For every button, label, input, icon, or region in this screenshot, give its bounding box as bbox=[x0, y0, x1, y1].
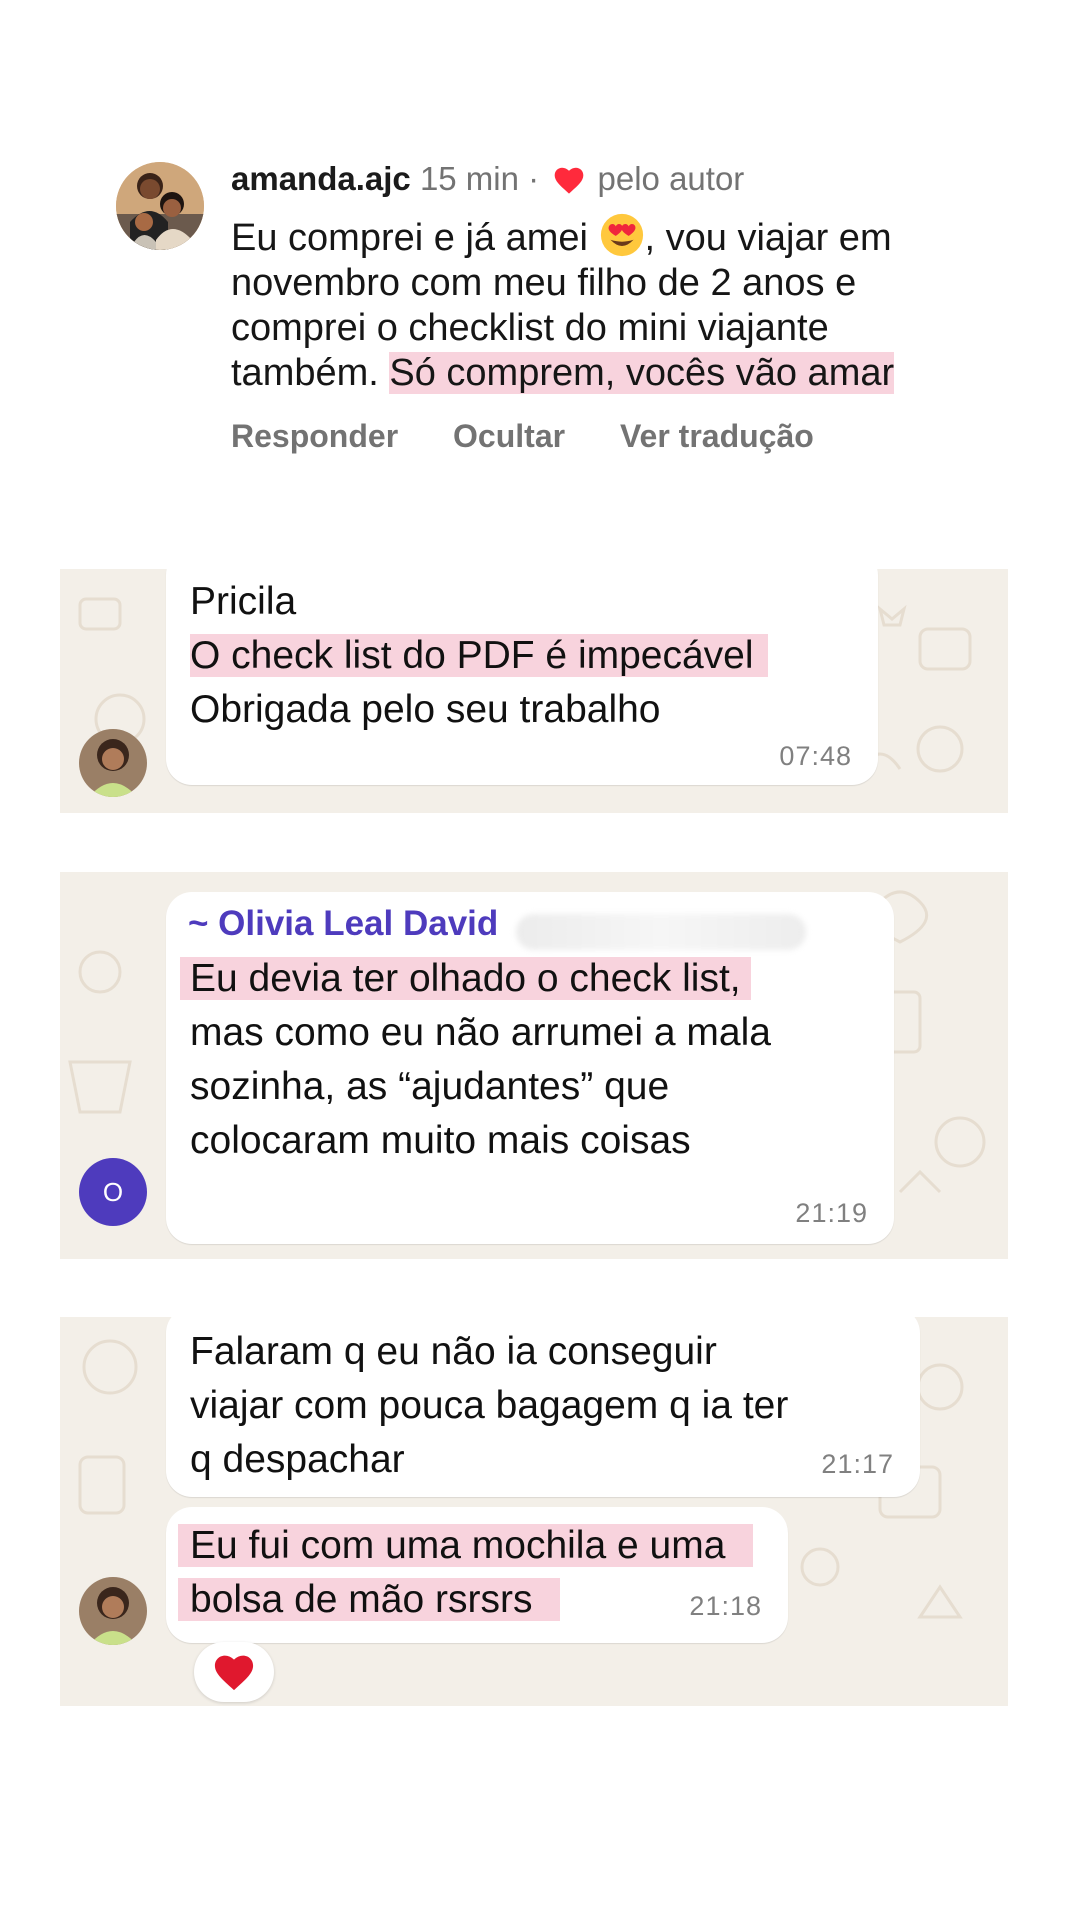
message-time: 07:48 bbox=[779, 741, 852, 771]
sender-avatar[interactable]: O bbox=[79, 1158, 147, 1226]
contact-avatar[interactable] bbox=[79, 1577, 147, 1645]
message-reaction[interactable] bbox=[194, 1642, 274, 1702]
chat-screenshot-3: Falaram q eu não ia conseguir viajar com… bbox=[60, 1317, 1008, 1706]
sender-avatar-letter: O bbox=[102, 1177, 124, 1207]
heart-icon bbox=[555, 167, 584, 194]
chat-screenshot-2: O ~ Olivia Leal David Eu devia ter olhad… bbox=[60, 872, 1008, 1259]
comment-header: amanda.ajc 15 min · pelo autor bbox=[231, 160, 744, 198]
contact-avatar[interactable] bbox=[79, 729, 147, 797]
comment-highlight: Só comprem, vocês vão amar bbox=[389, 352, 895, 394]
message-line: Pricila bbox=[190, 580, 297, 623]
comment-text-part2: , vou viajar em bbox=[644, 217, 892, 259]
message-line-highlighted: Eu devia ter olhado o check list, bbox=[180, 952, 751, 1006]
message-line: colocaram muito mais coisas bbox=[190, 1119, 691, 1162]
comment-actions: Responder Ocultar Ver tradução bbox=[231, 418, 860, 455]
comment-text-line4: também. bbox=[231, 352, 379, 394]
heart-eyes-emoji-icon bbox=[600, 213, 643, 257]
message-line: viajar com pouca bagagem q ia ter bbox=[190, 1384, 789, 1427]
separator-dot: · bbox=[528, 160, 540, 197]
sender-name[interactable]: ~ Olivia Leal David bbox=[188, 904, 498, 944]
red-heart-icon bbox=[214, 1655, 254, 1691]
message-time: 21:18 bbox=[689, 1591, 762, 1621]
comment-text-line3: comprei o checklist do mini viajante bbox=[231, 307, 829, 349]
message-time: 21:17 bbox=[821, 1449, 894, 1479]
comment-text-part1: Eu comprei e já amei bbox=[231, 217, 588, 259]
comment-text: Eu comprei e já amei , vou viajar em nov… bbox=[231, 212, 991, 396]
message-bubble[interactable]: Falaram q eu não ia conseguir viajar com… bbox=[166, 1317, 920, 1497]
comment-time: 15 min bbox=[419, 160, 519, 197]
comment-username[interactable]: amanda.ajc bbox=[231, 160, 411, 197]
message-time: 21:19 bbox=[795, 1198, 868, 1228]
message-bubble[interactable]: Eu fui com uma mochila e uma bolsa de mã… bbox=[166, 1507, 788, 1643]
message-line-highlighted: Eu fui com uma mochila e uma bbox=[178, 1519, 754, 1573]
message-line: q despachar bbox=[190, 1438, 405, 1481]
commenter-avatar[interactable] bbox=[116, 162, 204, 250]
hide-button[interactable]: Ocultar bbox=[453, 418, 565, 454]
message-line-highlighted: O check list do PDF é impecável bbox=[190, 629, 768, 683]
message-bubble[interactable]: ~ Olivia Leal David Eu devia ter olhado … bbox=[166, 892, 894, 1244]
message-line: Obrigada pelo seu trabalho bbox=[190, 688, 661, 731]
reply-button[interactable]: Responder bbox=[231, 418, 398, 454]
liked-by-author-label: pelo autor bbox=[597, 160, 745, 197]
message-line: Falaram q eu não ia conseguir bbox=[190, 1330, 717, 1373]
message-line: mas como eu não arrumei a mala bbox=[190, 1011, 771, 1054]
message-line-highlighted: bolsa de mão rsrsrs bbox=[178, 1573, 561, 1627]
message-line: sozinha, as “ajudantes” que bbox=[190, 1065, 670, 1108]
message-bubble[interactable]: Pricila O check list do PDF é impecável … bbox=[166, 569, 878, 785]
comment-text-line2: novembro com meu filho de 2 anos e bbox=[231, 262, 857, 304]
blurred-phone-number bbox=[516, 914, 806, 950]
chat-screenshot-1: Pricila O check list do PDF é impecável … bbox=[60, 569, 1008, 813]
translate-button[interactable]: Ver tradução bbox=[620, 418, 814, 454]
